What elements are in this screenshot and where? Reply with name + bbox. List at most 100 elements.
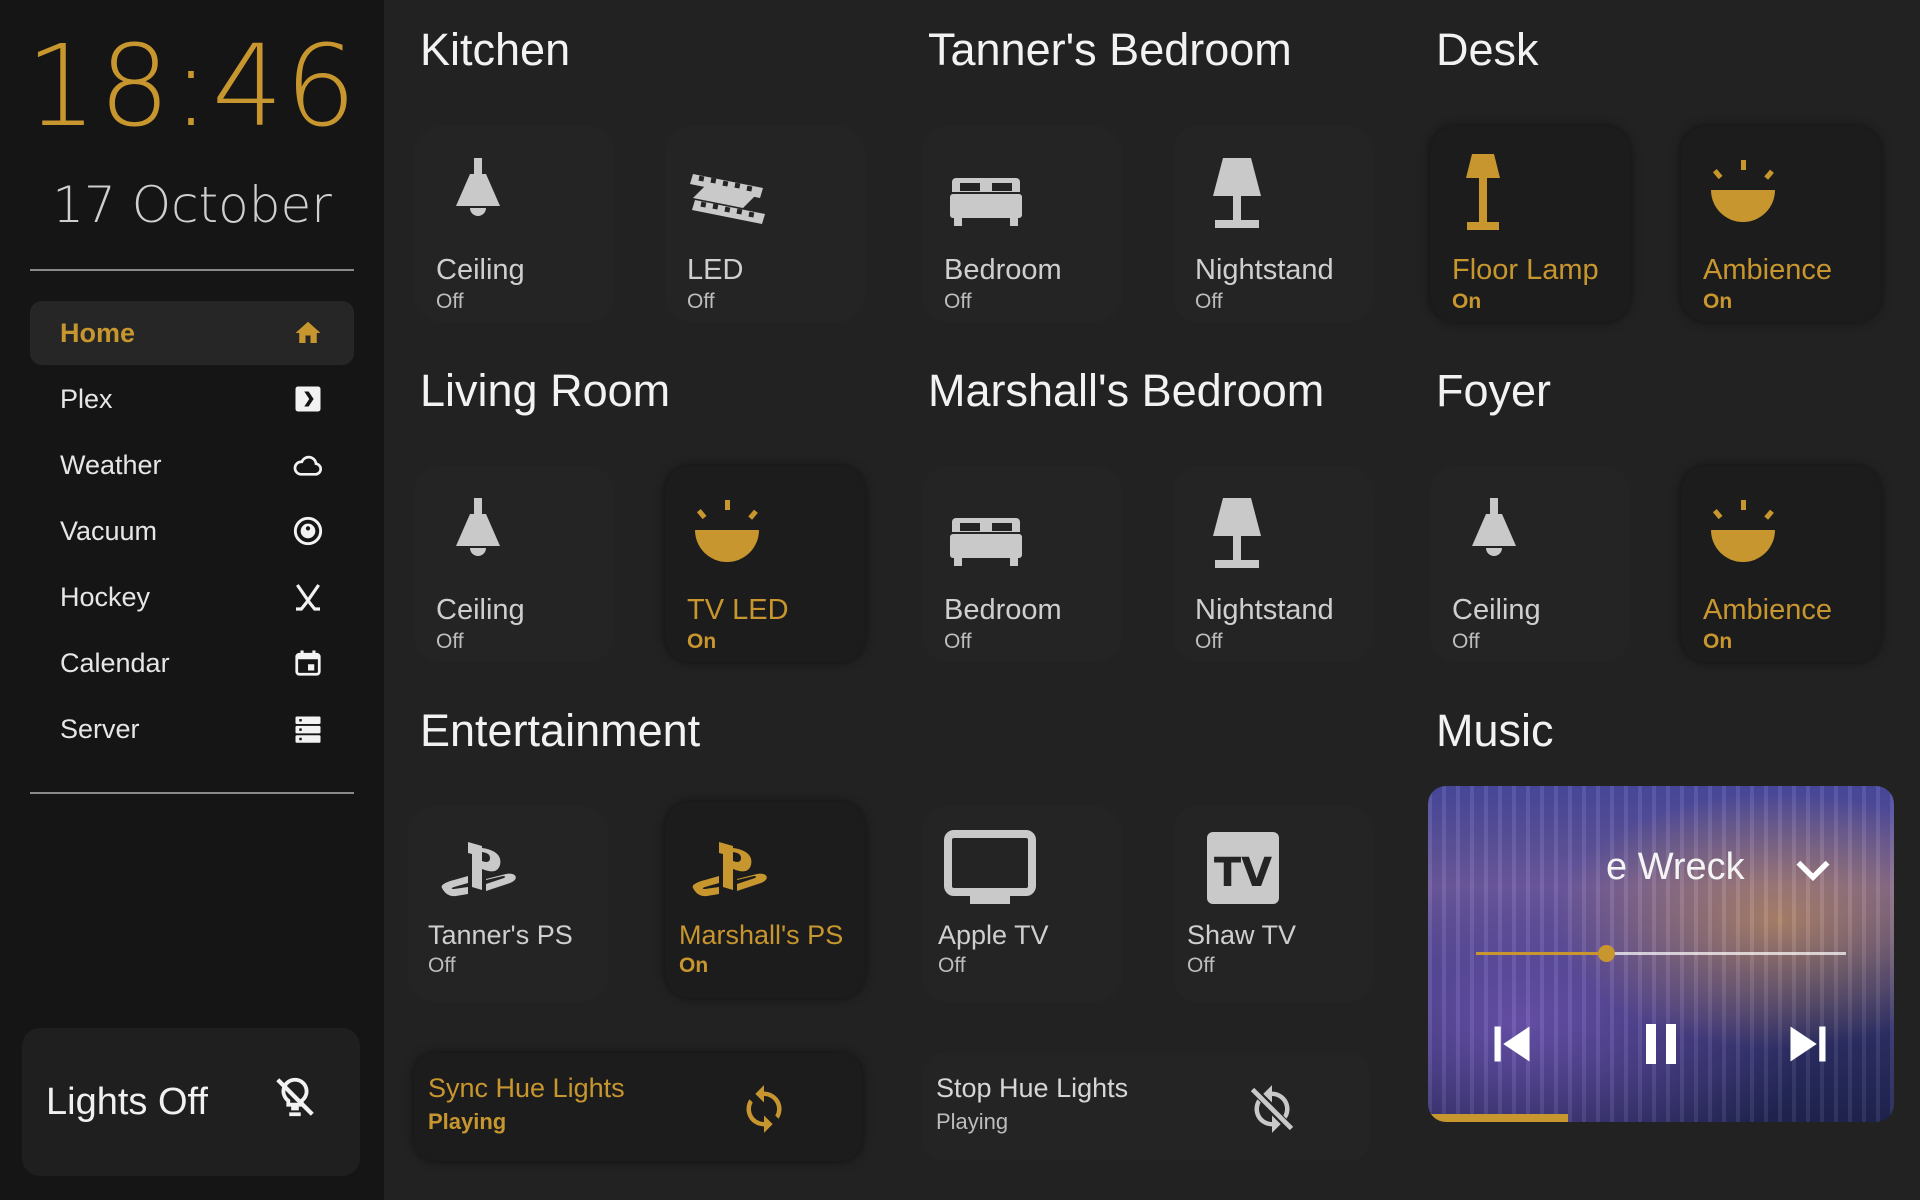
tile-kitchen-led[interactable]: LED Off <box>665 126 865 322</box>
home-icon <box>292 317 324 349</box>
lights-off-label: Lights Off <box>46 1080 208 1123</box>
nav-item-weather[interactable]: Weather <box>30 433 354 497</box>
sync-icon <box>738 1083 790 1135</box>
seek-bar[interactable] <box>1476 945 1846 962</box>
tile-foyer-ceiling[interactable]: Ceiling Off <box>1430 466 1630 662</box>
tile-foyer-ambience[interactable]: Ambience On <box>1681 466 1881 662</box>
device-state: Off <box>944 290 972 313</box>
next-icon[interactable] <box>1778 1014 1838 1074</box>
chevron-down-icon[interactable] <box>1788 846 1838 896</box>
device-state: On <box>679 954 709 977</box>
tile-desk-floor-lamp[interactable]: Floor Lamp On <box>1430 126 1630 322</box>
track-title: e Wreck <box>1606 846 1745 888</box>
hockey-sticks-icon <box>292 581 324 613</box>
tile-tanners-ps[interactable]: Tanner's PS Off <box>408 806 608 1002</box>
lights-off-button[interactable]: Lights Off <box>22 1028 360 1176</box>
tile-desk-ambience[interactable]: Ambience On <box>1681 126 1881 322</box>
playstation-icon <box>689 830 773 914</box>
ambience-bowl-icon <box>1703 494 1787 578</box>
device-name: Ceiling <box>436 594 525 626</box>
tile-living-room-ceiling[interactable]: Ceiling Off <box>414 466 614 662</box>
plex-icon <box>292 383 324 415</box>
device-state: Off <box>1195 630 1223 653</box>
playback-progress <box>1428 1114 1568 1122</box>
device-state: Off <box>436 630 464 653</box>
device-name: Nightstand <box>1195 594 1334 626</box>
device-state: Off <box>938 954 966 977</box>
seek-fill <box>1476 952 1606 955</box>
nav-label: Home <box>60 317 136 348</box>
device-name: Bedroom <box>944 254 1062 286</box>
stop-hue-lights-button[interactable]: Stop Hue Lights Playing <box>922 1053 1370 1161</box>
tile-tanners-nightstand[interactable]: Nightstand Off <box>1173 126 1373 322</box>
tv-box-icon: TV <box>1203 828 1287 912</box>
cloud-icon <box>292 449 324 481</box>
nav-item-vacuum[interactable]: Vacuum <box>30 499 354 563</box>
server-icon <box>292 713 324 745</box>
date: 17 October <box>52 176 332 234</box>
device-state: Off <box>1452 630 1480 653</box>
nav-label: Plex <box>60 383 113 414</box>
television-icon <box>942 826 1038 910</box>
tile-marshalls-bedroom[interactable]: Bedroom Off <box>922 466 1122 662</box>
robot-vacuum-icon <box>292 515 324 547</box>
tile-tanners-bedroom[interactable]: Bedroom Off <box>922 126 1122 322</box>
nav-label: Calendar <box>60 647 170 678</box>
sync-name: Sync Hue Lights <box>428 1073 625 1103</box>
device-state: On <box>1703 630 1733 653</box>
ambience-bowl-icon <box>687 494 771 578</box>
section-title-living-room: Living Room <box>420 365 671 416</box>
section-title-marshalls-bedroom: Marshall's Bedroom <box>928 365 1325 416</box>
svg-text:TV: TV <box>1214 850 1272 896</box>
sync-hue-lights-button[interactable]: Sync Hue Lights Playing <box>414 1053 862 1161</box>
section-title-desk: Desk <box>1436 24 1539 75</box>
device-state: Off <box>428 954 456 977</box>
nav-item-plex[interactable]: Plex <box>30 367 354 431</box>
tile-living-room-tv-led[interactable]: TV LED On <box>665 466 865 662</box>
nav-item-server[interactable]: Server <box>30 697 354 761</box>
section-title-entertainment: Entertainment <box>420 705 701 756</box>
table-lamp-icon <box>1195 494 1279 578</box>
nav-label: Server <box>60 713 140 744</box>
previous-icon[interactable] <box>1482 1014 1542 1074</box>
device-state: Off <box>1195 290 1223 313</box>
device-name: Floor Lamp <box>1452 254 1599 286</box>
pause-icon[interactable] <box>1631 1014 1691 1074</box>
sync-state: Playing <box>428 1109 507 1134</box>
ambience-bowl-icon <box>1703 154 1787 238</box>
ceiling-light-icon <box>436 154 520 238</box>
divider <box>30 792 354 794</box>
section-title-kitchen: Kitchen <box>420 24 571 75</box>
section-title-foyer: Foyer <box>1436 365 1552 416</box>
nav-label: Hockey <box>60 581 151 612</box>
tile-marshalls-ps[interactable]: Marshall's PS On <box>665 802 865 998</box>
sidebar: 18:46 17 October Home Plex Weather Vacuu… <box>0 0 384 1200</box>
table-lamp-icon <box>1195 154 1279 238</box>
device-name: Shaw TV <box>1187 920 1297 950</box>
nav-item-home[interactable]: Home <box>30 301 354 365</box>
divider <box>30 269 354 271</box>
seek-knob[interactable] <box>1597 945 1615 962</box>
floor-lamp-icon <box>1452 154 1536 238</box>
tile-shaw-tv[interactable]: TV Shaw TV Off <box>1173 806 1373 1002</box>
clock: 18:46 <box>25 22 359 152</box>
ceiling-light-icon <box>436 494 520 578</box>
device-state: Off <box>944 630 972 653</box>
nav-item-hockey[interactable]: Hockey <box>30 565 354 629</box>
tile-kitchen-ceiling[interactable]: Ceiling Off <box>414 126 614 322</box>
nav-label: Vacuum <box>60 515 158 546</box>
section-title-tanners-bedroom: Tanner's Bedroom <box>928 24 1292 75</box>
nav-item-calendar[interactable]: Calendar <box>30 631 354 695</box>
sync-state: Playing <box>936 1109 1009 1134</box>
device-state: Off <box>436 290 464 313</box>
sync-off-icon <box>1246 1083 1298 1135</box>
device-state: On <box>1452 290 1482 313</box>
playstation-icon <box>438 830 522 914</box>
tile-apple-tv[interactable]: Apple TV Off <box>922 806 1122 1002</box>
tile-marshalls-nightstand[interactable]: Nightstand Off <box>1173 466 1373 662</box>
ceiling-light-icon <box>1452 494 1536 578</box>
bed-icon <box>944 494 1028 578</box>
device-state: Off <box>1187 954 1215 977</box>
calendar-icon <box>292 647 324 679</box>
led-strip-icon <box>687 154 771 238</box>
